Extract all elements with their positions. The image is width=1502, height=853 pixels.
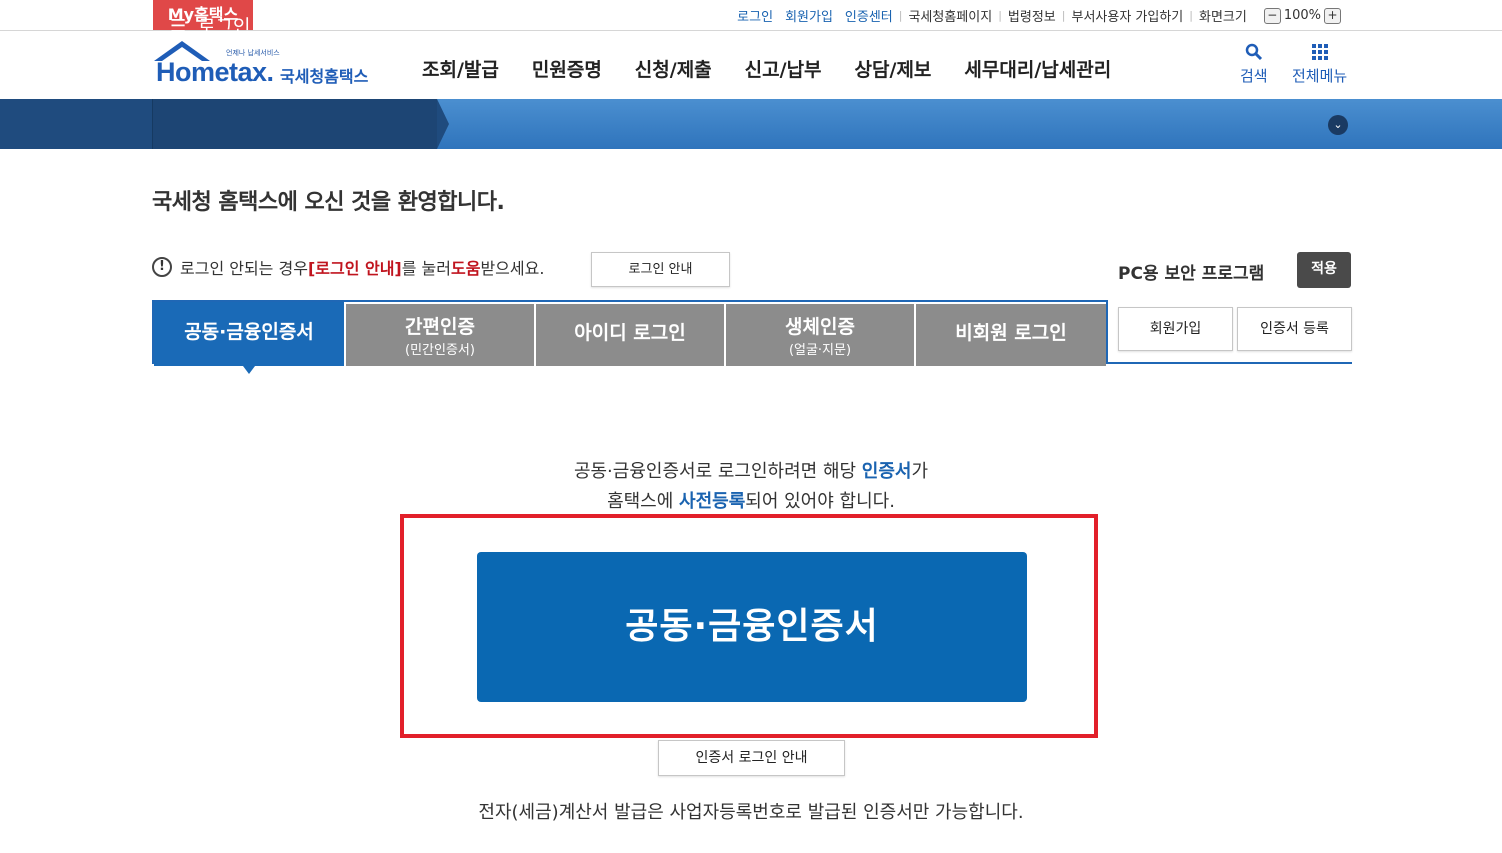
breadcrumb-arrow	[437, 99, 449, 149]
joint-financial-cert-login-button[interactable]: 공동·금융인증서	[477, 552, 1027, 702]
notice-login-guide-highlight: [로그인 안내]	[307, 259, 402, 278]
search-label: 검색	[1240, 67, 1268, 85]
expand-circle-icon[interactable]: ⌄	[1328, 115, 1348, 135]
main-nav: 조회/발급 민원증명 신청/제출 신고/납부 상담/제보 세무대리/납세관리	[422, 55, 1144, 82]
exclamation-icon: !	[152, 257, 172, 277]
hamburger-icon[interactable]: ☰	[170, 16, 186, 37]
full-menu-label: 전체메뉴	[1292, 67, 1348, 85]
cert-login-guide-button[interactable]: 인증서 로그인 안내	[658, 740, 845, 776]
zoom-control: − 100% +	[1261, 7, 1344, 24]
desc-highlight-cert: 인증서	[861, 461, 912, 482]
logo-korean-name: 국세청홈택스	[280, 67, 369, 86]
grid-menu-icon	[1311, 44, 1328, 60]
breadcrumb-title[interactable]: 로그인	[198, 12, 250, 39]
tab-biometric[interactable]: 생체인증 (얼굴·지문)	[726, 304, 914, 366]
tab-label: 아이디 로그인	[574, 322, 686, 344]
login-method-tabs: 공동·금융인증서 간편인증 (민간인증서) 아이디 로그인 생체인증 (얼굴·지…	[152, 300, 1108, 366]
nav-apply-submit[interactable]: 신청/제출	[635, 55, 712, 82]
tab-label: 공동·금융인증서	[184, 321, 314, 343]
notice-text-pre: 로그인 안되는 경우	[180, 259, 308, 278]
logo-wordmark: Hometax.	[156, 57, 274, 87]
notice-text-mid: 를 눌러	[401, 259, 451, 278]
zoom-out-button[interactable]: −	[1263, 7, 1281, 24]
tab-id-login[interactable]: 아이디 로그인	[536, 304, 724, 366]
utility-links: 로그인 회원가입 인증센터 | 국세청홈페이지 | 법령정보 | 부서사용자 가…	[731, 0, 1344, 31]
util-cert-center-link[interactable]: 인증센터	[839, 6, 899, 25]
nav-consult-report[interactable]: 상담/제보	[855, 55, 932, 82]
tab-label: 비회원 로그인	[955, 322, 1067, 344]
tab-label: 생체인증	[785, 316, 855, 338]
util-nts-homepage-link[interactable]: 국세청홈페이지	[902, 6, 998, 25]
nav-report-pay[interactable]: 신고/납부	[745, 55, 822, 82]
desc-text: 공동·금융인증서로 로그인하려면 해당	[573, 461, 862, 482]
desc-text: 홈택스에	[607, 491, 680, 512]
tab-joint-financial-cert[interactable]: 공동·금융인증서	[154, 302, 344, 366]
notice-text-post: 받으세요.	[480, 259, 545, 278]
desc-text: 가	[911, 461, 929, 482]
tab-nonmember-login[interactable]: 비회원 로그인	[916, 304, 1106, 366]
breadcrumb-bar	[0, 99, 1502, 149]
page-title: 국세청 홈택스에 오신 것을 환영합니다.	[152, 190, 505, 215]
pc-security-label: PC용 보안 프로그램	[1118, 264, 1265, 284]
tax-invoice-footnote: 전자(세금)계산서 발급은 사업자등록번호로 발급된 인증서만 가능합니다.	[478, 802, 1024, 823]
nav-civil-certificate[interactable]: 민원증명	[532, 55, 602, 82]
search-button[interactable]: 검색	[1240, 43, 1268, 86]
active-tab-pointer	[240, 362, 258, 374]
main-header: 언제나 납세서비스 Hometax. 국세청홈택스 조회/발급 민원증명 신청/…	[0, 31, 1502, 99]
search-icon	[1245, 43, 1262, 61]
nav-inquiry-issue[interactable]: 조회/발급	[422, 55, 499, 82]
cert-register-button[interactable]: 인증서 등록	[1237, 307, 1352, 351]
cert-description-line1: 공동·금융인증서로 로그인하려면 해당 인증서가	[0, 457, 1502, 483]
signup-button[interactable]: 회원가입	[1118, 307, 1233, 351]
notice-help-highlight: 도움	[450, 259, 481, 278]
util-signup-link[interactable]: 회원가입	[779, 6, 839, 25]
full-menu-button[interactable]: 전체메뉴	[1292, 43, 1347, 86]
cert-description-line2: 홈택스에 사전등록되어 있어야 합니다.	[0, 487, 1502, 513]
apply-security-button[interactable]: 적용	[1297, 252, 1351, 288]
tab-underline	[1108, 362, 1352, 364]
login-guide-button[interactable]: 로그인 안내	[591, 252, 730, 287]
breadcrumb-current[interactable]	[152, 99, 437, 149]
hometax-logo[interactable]: 언제나 납세서비스 Hometax. 국세청홈택스	[152, 39, 376, 91]
caret-down-icon[interactable]: ▼	[410, 15, 418, 28]
zoom-in-button[interactable]: +	[1324, 7, 1341, 24]
util-dept-user-link[interactable]: 부서사용자 가입하기	[1065, 6, 1189, 25]
util-login-link[interactable]: 로그인	[731, 6, 779, 25]
tab-sublabel: (민간인증서)	[405, 343, 475, 358]
tab-sublabel: (얼굴·지문)	[788, 343, 852, 358]
login-help-notice: ! 로그인 안되는 경우 [로그인 안내] 를 눌러 도움 받으세요.	[152, 255, 544, 279]
util-law-info-link[interactable]: 법령정보	[1002, 6, 1062, 25]
desc-text: 되어 있어야 합니다.	[745, 491, 895, 512]
tab-label: 간편인증	[405, 316, 475, 338]
util-screen-size-label: 화면크기	[1198, 10, 1247, 25]
tab-simple-auth[interactable]: 간편인증 (민간인증서)	[346, 304, 534, 366]
zoom-value: 100%	[1283, 8, 1321, 23]
nav-tax-agent[interactable]: 세무대리/납세관리	[964, 55, 1111, 82]
desc-highlight-preregister: 사전등록	[679, 491, 746, 512]
